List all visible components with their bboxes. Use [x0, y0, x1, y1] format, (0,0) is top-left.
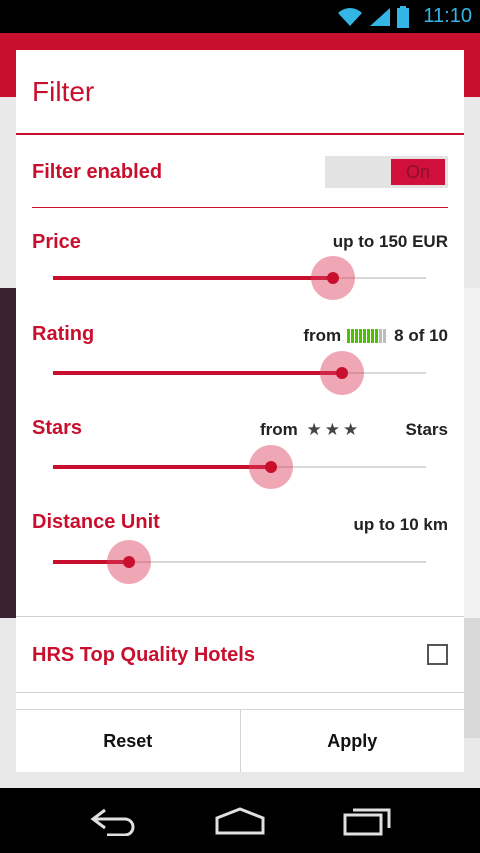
- stars-icon: ★★★: [306, 420, 362, 439]
- rating-value: 8 of 10: [394, 326, 448, 345]
- dialog-title: Filter: [32, 76, 95, 107]
- top-quality-label: HRS Top Quality Hotels: [32, 644, 255, 666]
- distance-value: up to 10 km: [353, 515, 448, 534]
- slider-handle[interactable]: [336, 367, 348, 379]
- rating-value-group: from 8 of 10: [303, 326, 448, 346]
- stars-value-group: from ★★★: [260, 420, 361, 440]
- apply-button[interactable]: Apply: [239, 710, 465, 772]
- slider-fill: [53, 465, 271, 469]
- rating-segment: [347, 329, 351, 343]
- rating-segment: [351, 329, 355, 343]
- status-bar: 11:10: [0, 0, 480, 33]
- filter-dialog: Filter Filter enabled On Price up to 150…: [16, 50, 464, 772]
- rating-segment: [379, 329, 383, 343]
- filter-enabled-label: Filter enabled: [32, 161, 163, 183]
- price-label: Price: [32, 231, 81, 253]
- battery-icon: [397, 5, 410, 28]
- clock: 11:10: [423, 5, 472, 27]
- recent-apps-icon[interactable]: [343, 806, 391, 836]
- price-value: up to 150 EUR: [332, 232, 448, 251]
- status-icons: 11:10: [337, 0, 472, 33]
- slider-fill: [53, 276, 333, 280]
- rating-segment: [355, 329, 359, 343]
- reset-button[interactable]: Reset: [16, 710, 240, 772]
- distance-label: Distance Unit: [32, 511, 160, 533]
- toggle-knob: On: [391, 159, 445, 185]
- rating-bars-icon: [347, 329, 387, 343]
- rating-segment: [359, 329, 363, 343]
- stars-slider[interactable]: [53, 443, 426, 491]
- back-icon[interactable]: [89, 806, 137, 836]
- filter-enabled-toggle[interactable]: On: [325, 156, 448, 188]
- distance-slider[interactable]: [53, 538, 426, 586]
- stars-suffix: Stars: [405, 420, 448, 439]
- rating-segment: [363, 329, 367, 343]
- stars-prefix: from: [260, 420, 298, 439]
- top-quality-checkbox[interactable]: [427, 644, 448, 665]
- section-divider: [32, 207, 448, 208]
- rating-label: Rating: [32, 323, 95, 345]
- rating-slider[interactable]: [53, 349, 426, 397]
- signal-icon: [370, 7, 391, 26]
- section-divider: [16, 616, 464, 617]
- slider-handle[interactable]: [265, 461, 277, 473]
- home-icon[interactable]: [214, 806, 266, 836]
- section-divider: [16, 692, 464, 693]
- dialog-buttons: Reset Apply: [16, 709, 464, 772]
- title-divider: [16, 133, 464, 135]
- price-slider[interactable]: [53, 254, 426, 302]
- rating-segment: [367, 329, 371, 343]
- rating-segment: [383, 329, 387, 343]
- navigation-bar: [0, 788, 480, 853]
- rating-segment: [375, 329, 379, 343]
- wifi-icon: [338, 7, 363, 26]
- slider-handle[interactable]: [327, 272, 339, 284]
- slider-fill: [53, 371, 342, 375]
- slider-handle[interactable]: [123, 556, 135, 568]
- rating-prefix: from: [303, 326, 342, 345]
- rating-segment: [371, 329, 375, 343]
- stars-label: Stars: [32, 417, 83, 439]
